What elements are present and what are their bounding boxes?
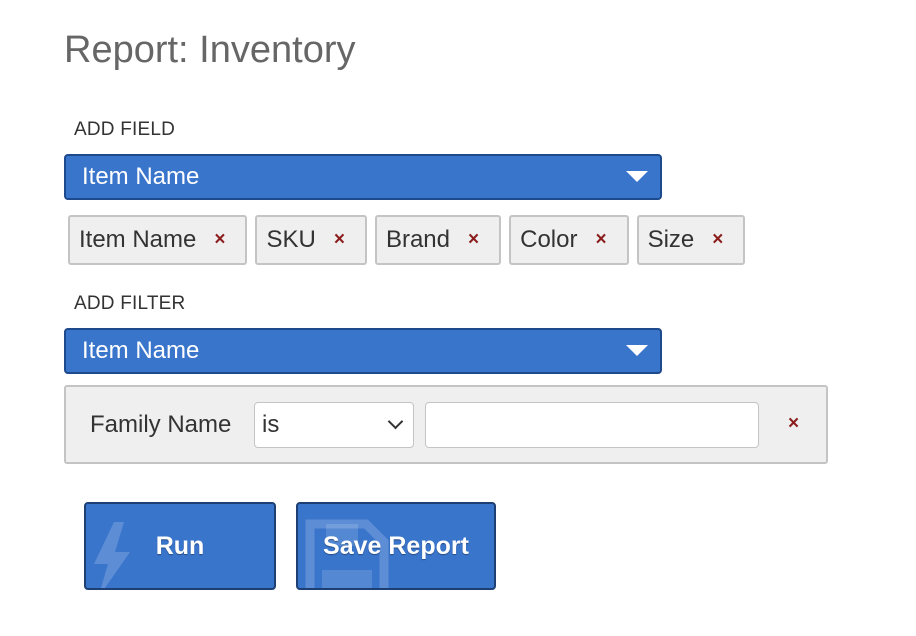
field-chip-label: SKU bbox=[266, 226, 316, 253]
filter-field-label: Family Name bbox=[90, 411, 232, 438]
field-chip-size: Size × bbox=[636, 215, 746, 265]
run-button-label: Run bbox=[155, 532, 205, 560]
field-chip-label: Brand bbox=[385, 226, 450, 253]
run-button[interactable]: Run bbox=[84, 502, 276, 590]
filter-row: Family Name is × bbox=[64, 385, 828, 464]
selected-fields-list: Item Name × SKU × Brand × Color × Size × bbox=[68, 215, 746, 265]
save-report-button[interactable]: Save Report bbox=[296, 502, 496, 590]
remove-field-sku-button[interactable]: × bbox=[334, 229, 345, 251]
add-field-select[interactable]: Item Name bbox=[64, 154, 662, 200]
remove-filter-button[interactable]: × bbox=[788, 413, 799, 435]
add-field-selected-value: Item Name bbox=[82, 163, 200, 190]
field-chip-label: Item Name bbox=[79, 226, 197, 253]
add-filter-selected-value: Item Name bbox=[82, 337, 200, 364]
remove-field-brand-button[interactable]: × bbox=[468, 229, 479, 251]
filter-value-input[interactable] bbox=[425, 402, 759, 448]
filter-operator-value: is bbox=[262, 411, 280, 438]
field-chip-item-name: Item Name × bbox=[68, 215, 248, 265]
remove-field-color-button[interactable]: × bbox=[595, 229, 606, 251]
add-filter-select[interactable]: Item Name bbox=[64, 328, 662, 374]
page-title: Report: Inventory bbox=[64, 29, 356, 71]
field-chip-label: Color bbox=[520, 226, 578, 253]
filter-operator-select[interactable]: is bbox=[254, 402, 414, 448]
add-field-label: ADD FIELD bbox=[74, 119, 176, 140]
save-report-button-label: Save Report bbox=[323, 532, 469, 560]
chevron-down-icon bbox=[387, 413, 404, 430]
remove-field-size-button[interactable]: × bbox=[712, 229, 723, 251]
caret-down-icon bbox=[626, 171, 648, 182]
lightning-bolt-icon bbox=[94, 522, 130, 588]
field-chip-label: Size bbox=[647, 226, 695, 253]
field-chip-color: Color × bbox=[509, 215, 629, 265]
field-chip-sku: SKU × bbox=[255, 215, 367, 265]
remove-field-item-name-button[interactable]: × bbox=[214, 229, 225, 251]
caret-down-icon bbox=[626, 345, 648, 356]
add-filter-label: ADD FILTER bbox=[74, 293, 186, 314]
field-chip-brand: Brand × bbox=[374, 215, 502, 265]
